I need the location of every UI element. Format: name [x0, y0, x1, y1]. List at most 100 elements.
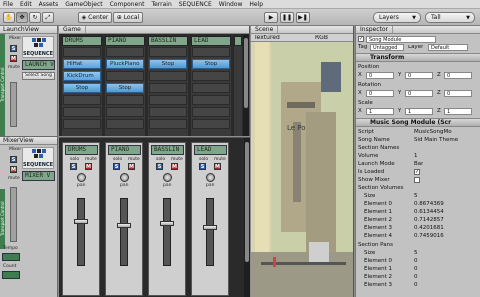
field-value[interactable]: 1 [414, 153, 418, 160]
field-value[interactable]: 0.6134454 [414, 209, 444, 216]
clip-slot[interactable] [192, 71, 230, 81]
layer-dropdown[interactable]: Default [428, 44, 468, 51]
tab-game[interactable]: Game [59, 26, 86, 33]
pan-knob[interactable] [77, 173, 86, 182]
field-value[interactable]: 0 [414, 282, 418, 289]
clip-slot[interactable] [106, 107, 144, 117]
rotation-y-field[interactable]: 0 [405, 90, 433, 97]
clip-slot[interactable] [106, 95, 144, 105]
stop-button[interactable]: Stop [106, 83, 144, 93]
pan-knob[interactable] [163, 173, 172, 182]
fader-knob[interactable] [160, 221, 174, 226]
scale-tool-button[interactable]: ⤢ [42, 12, 54, 23]
pan-knob[interactable] [206, 173, 215, 182]
pivot-local-button[interactable]: ⊕ Local [113, 12, 143, 23]
stop-button[interactable]: Stop [192, 59, 230, 69]
rotation-z-field[interactable]: 0 [444, 90, 472, 97]
clip-slot[interactable] [149, 95, 187, 105]
clip-slot[interactable] [63, 119, 101, 129]
scale-y-field[interactable]: 1 [405, 108, 433, 115]
position-y-field[interactable]: 0 [405, 72, 433, 79]
volume-fader[interactable] [163, 198, 171, 266]
clip-slot[interactable]: PluckPiano [106, 59, 144, 69]
field-value[interactable]: 0.8674369 [414, 201, 444, 208]
clip-slot[interactable] [106, 47, 144, 57]
select-song-button[interactable]: Select Song [22, 72, 55, 80]
strip-solo-button[interactable]: S [70, 163, 77, 170]
launch-fader-track[interactable] [10, 82, 17, 127]
field-value[interactable]: Bar [414, 161, 423, 168]
fader-knob[interactable] [203, 225, 217, 230]
clip-slot[interactable] [192, 83, 230, 93]
clip-slot[interactable] [149, 119, 187, 129]
strip-mute-button[interactable]: M [85, 163, 92, 170]
field-value[interactable]: 0.4201681 [414, 225, 444, 232]
object-active-checkbox[interactable]: ✓ [358, 36, 364, 42]
volume-fader[interactable] [206, 198, 214, 266]
strip-solo-button[interactable]: S [156, 163, 163, 170]
transform-header[interactable]: Transform [356, 53, 480, 62]
menu-help[interactable]: Help [249, 1, 263, 8]
mixer-mute-button[interactable]: M [10, 166, 17, 173]
clip-slot[interactable] [192, 47, 230, 57]
menu-sequence[interactable]: SEQUENCE [179, 1, 212, 8]
menu-window[interactable]: Window [219, 1, 243, 8]
strip-solo-button[interactable]: S [199, 163, 206, 170]
clip-slot[interactable]: KickDrum [63, 71, 101, 81]
stop-button[interactable]: Stop [149, 59, 187, 69]
scale-x-field[interactable]: 1 [366, 108, 394, 115]
field-value[interactable]: MusicSongMo [414, 129, 452, 136]
field-value[interactable]: 0.7459016 [414, 233, 444, 240]
is-loaded-checkbox[interactable]: ✓ [414, 169, 420, 175]
clip-slot[interactable] [149, 71, 187, 81]
tab-inspector[interactable]: Inspector [356, 26, 393, 33]
menu-gameobject[interactable]: GameObject [65, 1, 102, 8]
pause-button[interactable]: ❚❚ [280, 12, 294, 23]
object-name-field[interactable]: Song Module [366, 36, 436, 43]
field-value[interactable]: 0.7142857 [414, 217, 444, 224]
field-value[interactable]: Sid Main Theme [414, 137, 458, 144]
scroll-thumb[interactable] [244, 38, 248, 108]
menu-assets[interactable]: Assets [39, 1, 59, 8]
field-label[interactable]: Section Pans [358, 242, 393, 249]
clip-slot[interactable] [149, 47, 187, 57]
pivot-center-button[interactable]: ◈ Center [78, 12, 112, 23]
field-value[interactable]: 0 [414, 266, 418, 273]
rotation-x-field[interactable]: 0 [366, 90, 394, 97]
field-label[interactable]: Section Volumes [358, 185, 404, 192]
rotate-tool-button[interactable]: ↻ [29, 12, 41, 23]
clip-slot[interactable] [149, 83, 187, 93]
layout-dropdown[interactable]: Tall ▼ [425, 12, 475, 23]
menu-edit[interactable]: Edit [20, 1, 32, 8]
clip-slot[interactable] [63, 47, 101, 57]
tag-dropdown[interactable]: Untagged [370, 44, 404, 51]
volume-fader[interactable] [120, 198, 128, 266]
clip-slot[interactable]: HiHat [63, 59, 101, 69]
launch-solo-button[interactable]: S [10, 45, 17, 52]
menu-file[interactable]: File [3, 1, 13, 8]
tab-scene[interactable]: Scene [251, 26, 279, 33]
show-mixer-checkbox[interactable] [414, 177, 420, 183]
clip-slot[interactable] [106, 71, 144, 81]
hand-tool-button[interactable]: ✋ [3, 12, 15, 23]
fader-knob[interactable] [74, 219, 88, 224]
render-mode-dropdown[interactable]: Textured [254, 35, 280, 41]
position-z-field[interactable]: 0 [444, 72, 472, 79]
strip-mute-button[interactable]: M [214, 163, 221, 170]
field-label[interactable]: Section Names [358, 145, 399, 152]
clip-slot[interactable] [106, 119, 144, 129]
field-value[interactable]: 0 [414, 274, 418, 281]
volume-fader[interactable] [77, 198, 85, 266]
move-tool-button[interactable]: ✥ [16, 12, 28, 23]
layers-dropdown[interactable]: Layers ▼ [373, 12, 421, 23]
game-scrollbar[interactable] [243, 34, 249, 136]
field-value[interactable]: 0 [414, 258, 418, 265]
clip-slot[interactable] [192, 107, 230, 117]
scale-z-field[interactable]: 1 [444, 108, 472, 115]
mixer-solo-button[interactable]: S [10, 156, 17, 163]
clip-slot[interactable] [192, 95, 230, 105]
position-x-field[interactable]: 0 [366, 72, 394, 79]
pan-knob[interactable] [120, 173, 129, 182]
clip-slot[interactable] [149, 107, 187, 117]
stop-button[interactable]: Stop [63, 83, 101, 93]
